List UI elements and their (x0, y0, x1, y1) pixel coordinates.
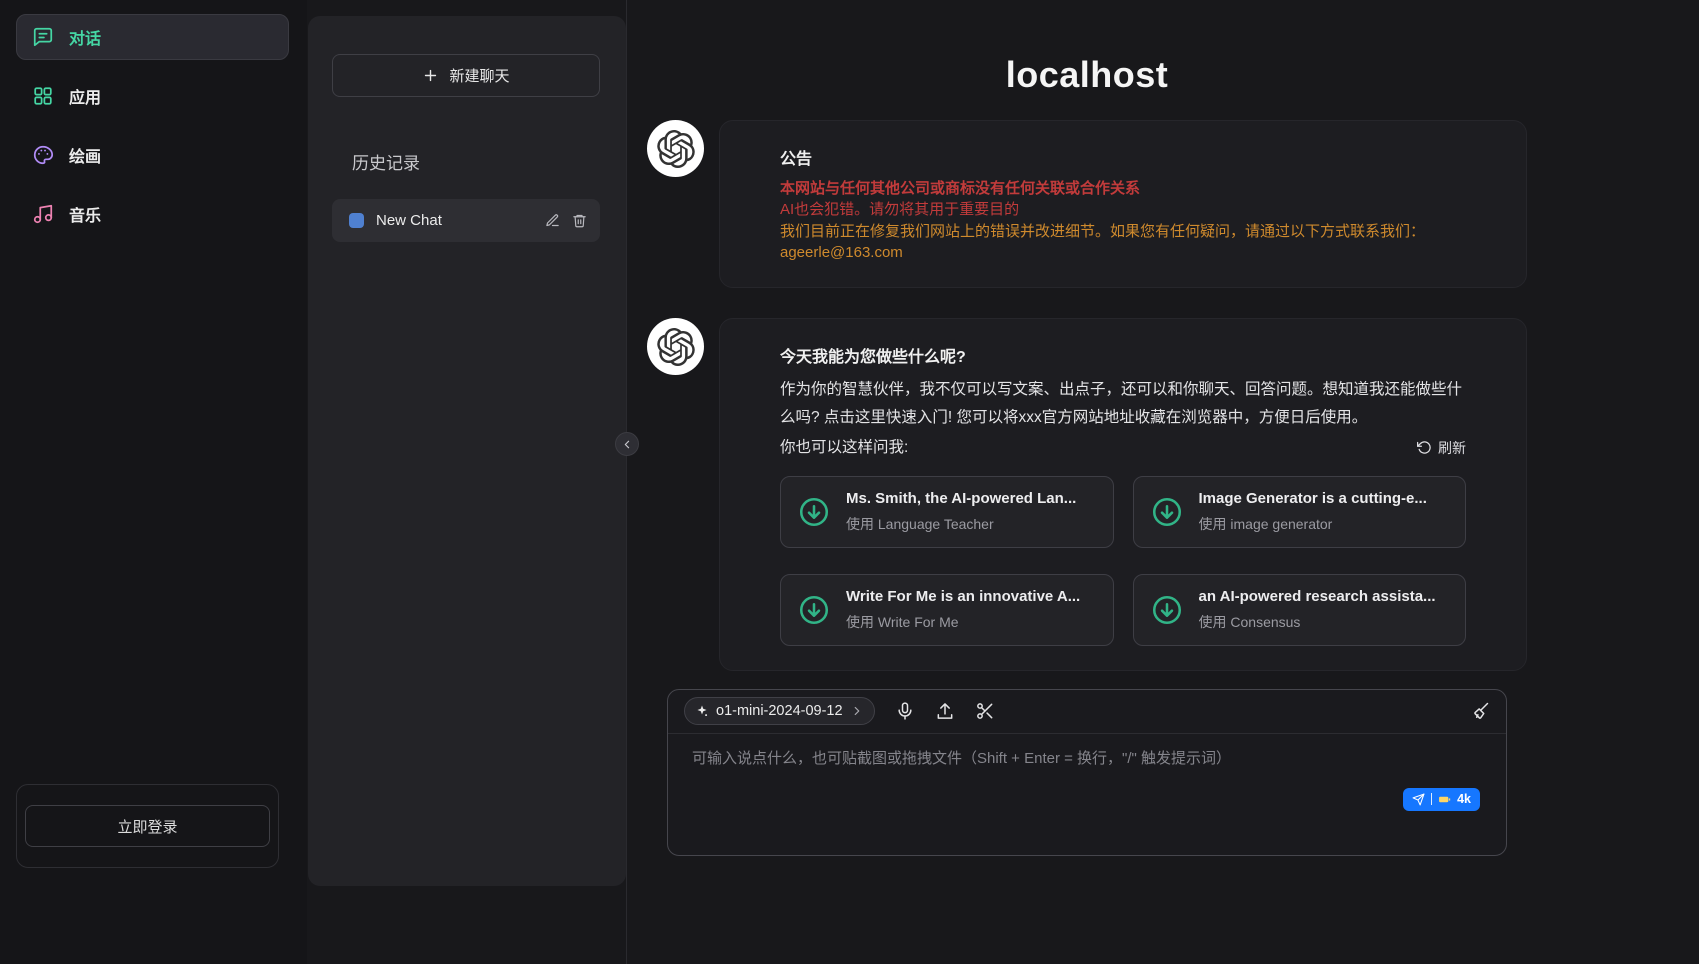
new-chat-button[interactable]: 新建聊天 (332, 54, 600, 97)
chat-list-panel: 新建聊天 历史记录 New Chat (308, 16, 626, 886)
token-label: 4k (1457, 792, 1471, 806)
chat-icon (32, 26, 54, 48)
arrow-down-circle-icon (1150, 495, 1184, 529)
announcement-line: 我们目前正在修复我们网站上的错误并改进细节。如果您有任何疑问，请通过以下方式联系… (780, 221, 1466, 242)
microphone-icon[interactable] (895, 701, 915, 721)
sidebar-item-label: 对话 (69, 25, 101, 49)
model-label: o1-mini-2024-09-12 (716, 703, 843, 719)
refresh-suggestions-button[interactable]: 刷新 (1417, 438, 1466, 458)
plus-icon (422, 67, 439, 84)
composer: o1-mini-2024-09-12 (667, 689, 1507, 856)
suggestion-subtitle: 使用 Language Teacher (846, 514, 1076, 534)
send-token-badge[interactable]: 4k (1403, 788, 1480, 811)
refresh-label: 刷新 (1438, 438, 1466, 458)
message-announcement: 公告 本网站与任何其他公司或商标没有任何关联或合作关系 AI也会犯错。请勿将其用… (647, 120, 1527, 288)
suggestion-subtitle: 使用 Consensus (1199, 612, 1436, 632)
composer-toolbar: o1-mini-2024-09-12 (668, 690, 1506, 734)
history-item-title: New Chat (376, 212, 533, 229)
app-sidebar: 对话 应用 绘画 音乐 立即登录 (0, 0, 307, 964)
collapse-sidebar-button[interactable] (615, 432, 639, 456)
chat-list-column: 新建聊天 历史记录 New Chat (307, 0, 626, 964)
broom-icon[interactable] (1470, 701, 1490, 721)
bot-avatar (647, 120, 704, 177)
announcement-line: 本网站与任何其他公司或商标没有任何关联或合作关系 (780, 178, 1466, 199)
welcome-body: 作为你的智慧伙伴，我不仅可以写文案、出点子，还可以和你聊天、回答问题。想知道我还… (780, 376, 1466, 432)
edit-icon[interactable] (545, 213, 560, 228)
model-selector[interactable]: o1-mini-2024-09-12 (684, 697, 875, 725)
suggestion-subtitle: 使用 Write For Me (846, 612, 1080, 632)
login-panel: 立即登录 (16, 784, 279, 868)
upload-icon[interactable] (935, 701, 955, 721)
suggestion-grid: Ms. Smith, the AI-powered Lan... 使用 Lang… (780, 476, 1466, 646)
sidebar-item-label: 音乐 (69, 202, 101, 226)
send-icon (1412, 793, 1425, 806)
announcement-line: AI也会犯错。请勿将其用于重要目的 (780, 199, 1466, 220)
suggestion-title: Write For Me is an innovative A... (846, 588, 1080, 605)
openai-logo-icon (657, 130, 695, 168)
battery-icon (1438, 793, 1451, 806)
suggestion-card[interactable]: Image Generator is a cutting-e... 使用 ima… (1133, 476, 1467, 548)
suggestion-title: Ms. Smith, the AI-powered Lan... (846, 490, 1076, 507)
login-button[interactable]: 立即登录 (25, 805, 270, 847)
sidebar-item-drawing[interactable]: 绘画 (16, 132, 289, 178)
suggestion-card[interactable]: Ms. Smith, the AI-powered Lan... 使用 Lang… (780, 476, 1114, 548)
refresh-icon (1417, 440, 1432, 455)
message-bubble: 今天我能为您做些什么呢? 作为你的智慧伙伴，我不仅可以写文案、出点子，还可以和你… (719, 318, 1527, 671)
music-icon (32, 203, 54, 225)
sidebar-item-chat[interactable]: 对话 (16, 14, 289, 60)
chevron-left-icon (621, 438, 634, 451)
sparkle-icon (695, 704, 709, 718)
palette-icon (32, 144, 54, 166)
page-title: localhost (647, 54, 1527, 96)
suggestion-title: an AI-powered research assista... (1199, 588, 1436, 605)
arrow-down-circle-icon (797, 593, 831, 627)
sidebar-item-apps[interactable]: 应用 (16, 73, 289, 119)
message-welcome: 今天我能为您做些什么呢? 作为你的智慧伙伴，我不仅可以写文案、出点子，还可以和你… (647, 318, 1527, 671)
suggestion-card[interactable]: an AI-powered research assista... 使用 Con… (1133, 574, 1467, 646)
scissors-icon[interactable] (975, 701, 995, 721)
message-bubble: 公告 本网站与任何其他公司或商标没有任何关联或合作关系 AI也会犯错。请勿将其用… (719, 120, 1527, 288)
chevron-right-icon (850, 704, 864, 718)
suggestion-subtitle: 使用 image generator (1199, 514, 1427, 534)
ask-hint-label: 你也可以这样问我: (780, 434, 908, 462)
message-input[interactable] (692, 747, 1484, 809)
suggestion-title: Image Generator is a cutting-e... (1199, 490, 1427, 507)
chat-main: localhost 公告 本网站与任何其他公司或商标没有任何关联或合作关系 AI… (626, 0, 1699, 964)
arrow-down-circle-icon (1150, 593, 1184, 627)
arrow-down-circle-icon (797, 495, 831, 529)
contact-email-link[interactable]: ageerle@163.com (780, 242, 903, 263)
badge-divider (1431, 793, 1433, 805)
openai-logo-icon (657, 328, 695, 366)
delete-icon[interactable] (572, 213, 587, 228)
announcement-heading: 公告 (780, 145, 1466, 169)
welcome-heading: 今天我能为您做些什么呢? (780, 343, 1466, 367)
history-item[interactable]: New Chat (332, 199, 600, 242)
sidebar-item-label: 应用 (69, 84, 101, 108)
apps-icon (32, 85, 54, 107)
history-title: 历史记录 (352, 149, 600, 174)
chat-avatar-icon (349, 213, 364, 228)
sidebar-item-music[interactable]: 音乐 (16, 191, 289, 237)
new-chat-label: 新建聊天 (449, 65, 509, 86)
sidebar-item-label: 绘画 (69, 143, 101, 167)
bot-avatar (647, 318, 704, 375)
suggestion-card[interactable]: Write For Me is an innovative A... 使用 Wr… (780, 574, 1114, 646)
